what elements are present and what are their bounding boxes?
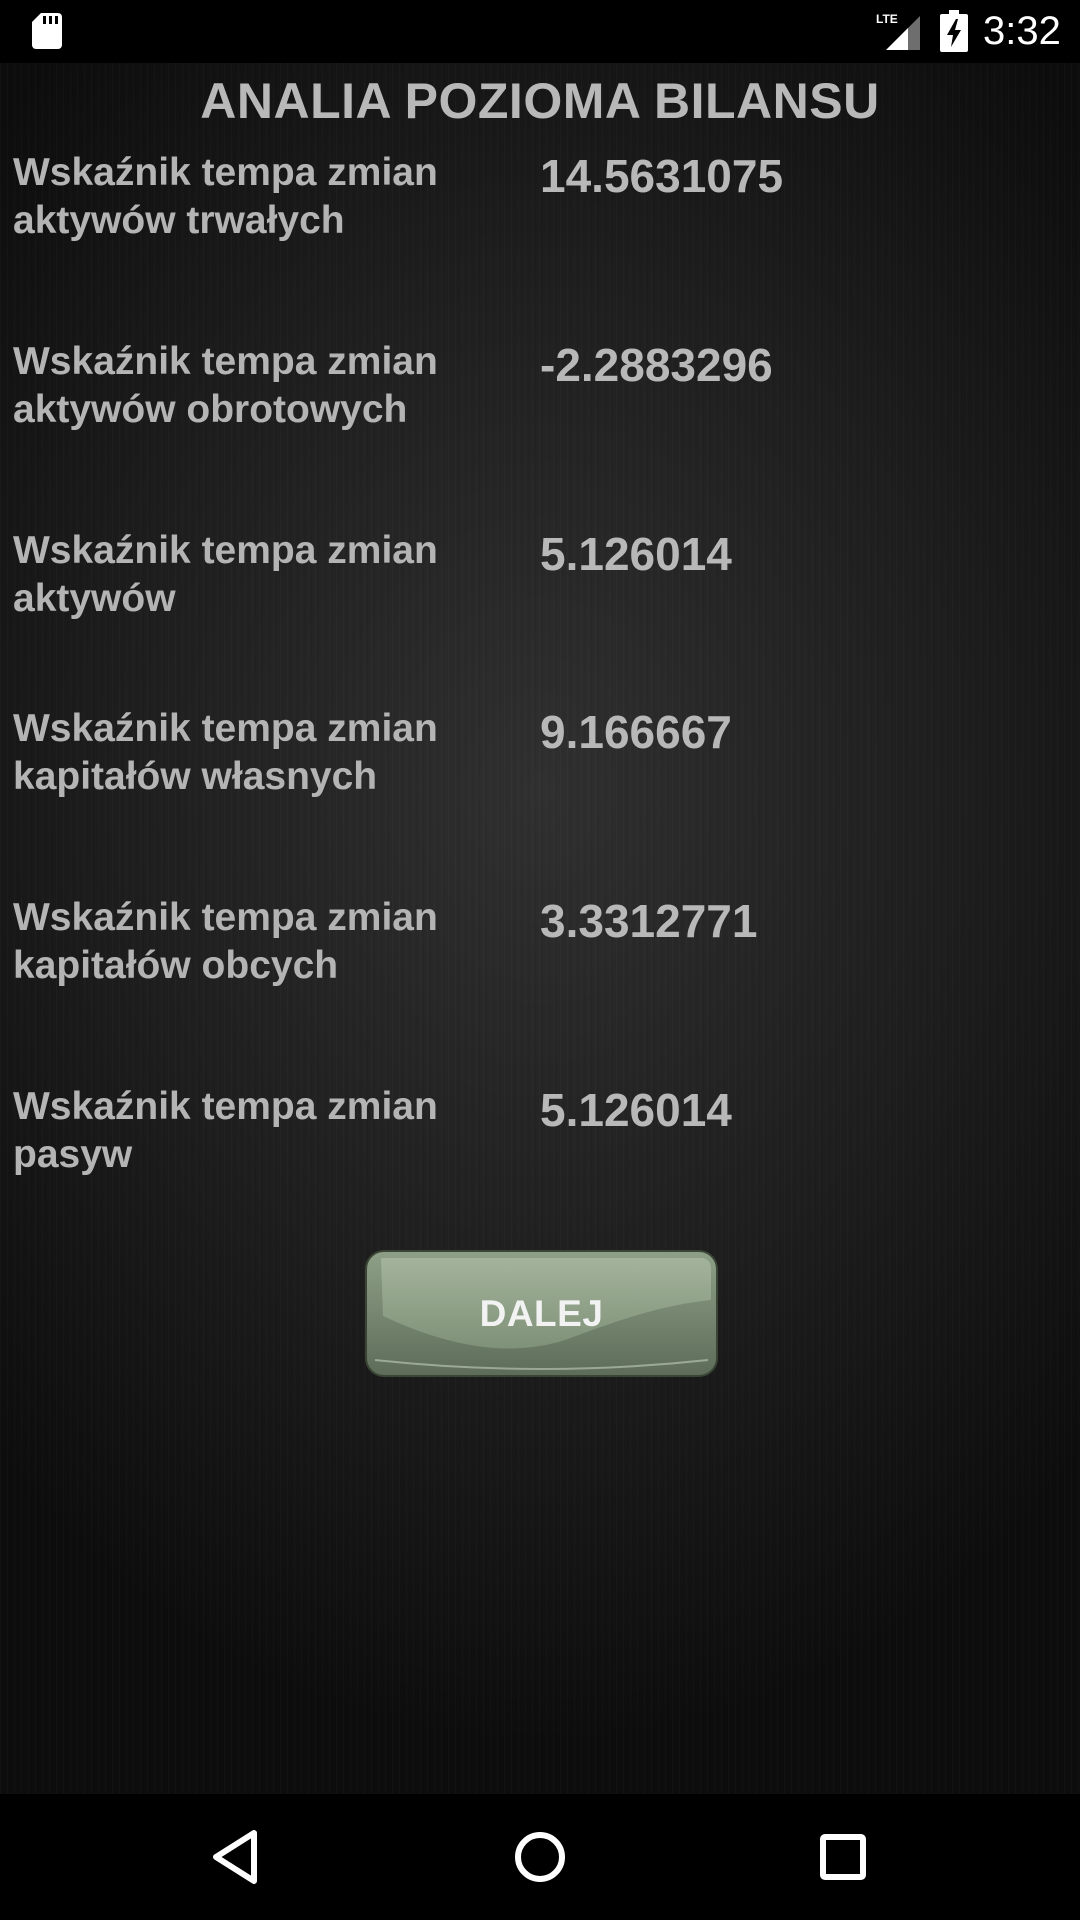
sd-card-icon (32, 13, 62, 49)
indicator-value: 3.3312771 (540, 895, 758, 947)
indicator-value: -2.2883296 (540, 339, 773, 391)
indicator-row: Wskaźnik tempa zmian kapitałów własnych … (0, 705, 1080, 815)
indicator-row: Wskaźnik tempa zmian aktywów obrotowych … (0, 338, 1080, 448)
page-title: ANALIA POZIOMA BILANSU (200, 73, 880, 129)
main-content: ANALIA POZIOMA BILANSU Wskaźnik tempa zm… (0, 63, 1080, 1794)
indicator-label: Wskaźnik tempa zmian aktywów trwałych (13, 151, 438, 242)
status-bar: LTE 3:32 (0, 0, 1080, 63)
next-button-label: DALEJ (479, 1293, 604, 1334)
indicator-value: 9.166667 (540, 706, 732, 758)
indicator-value: 5.126014 (540, 528, 732, 580)
indicator-row: Wskaźnik tempa zmian kapitałów obcych 3.… (0, 894, 1080, 1004)
battery-charging-icon (940, 10, 968, 52)
indicator-label: Wskaźnik tempa zmian aktywów obrotowych (13, 340, 438, 431)
indicator-label: Wskaźnik tempa zmian kapitałów obcych (13, 896, 438, 987)
indicator-label: Wskaźnik tempa zmian aktywów (13, 529, 438, 620)
lte-signal-icon: LTE (876, 12, 920, 50)
clock: 3:32 (983, 9, 1061, 53)
indicator-value: 5.126014 (540, 1084, 732, 1136)
indicator-value: 14.5631075 (540, 150, 784, 202)
back-icon[interactable] (196, 1817, 276, 1897)
svg-text:LTE: LTE (876, 12, 898, 26)
indicator-label: Wskaźnik tempa zmian pasyw (13, 1085, 438, 1176)
home-icon[interactable] (500, 1817, 580, 1897)
recents-icon[interactable] (803, 1817, 883, 1897)
navigation-bar (0, 1794, 1080, 1920)
next-button[interactable]: DALEJ (365, 1250, 718, 1377)
indicator-row: Wskaźnik tempa zmian aktywów trwałych 14… (0, 149, 1080, 259)
indicator-row: Wskaźnik tempa zmian aktywów 5.126014 (0, 527, 1080, 637)
indicator-label: Wskaźnik tempa zmian kapitałów własnych (13, 707, 438, 798)
indicator-row: Wskaźnik tempa zmian pasyw 5.126014 (0, 1083, 1080, 1193)
